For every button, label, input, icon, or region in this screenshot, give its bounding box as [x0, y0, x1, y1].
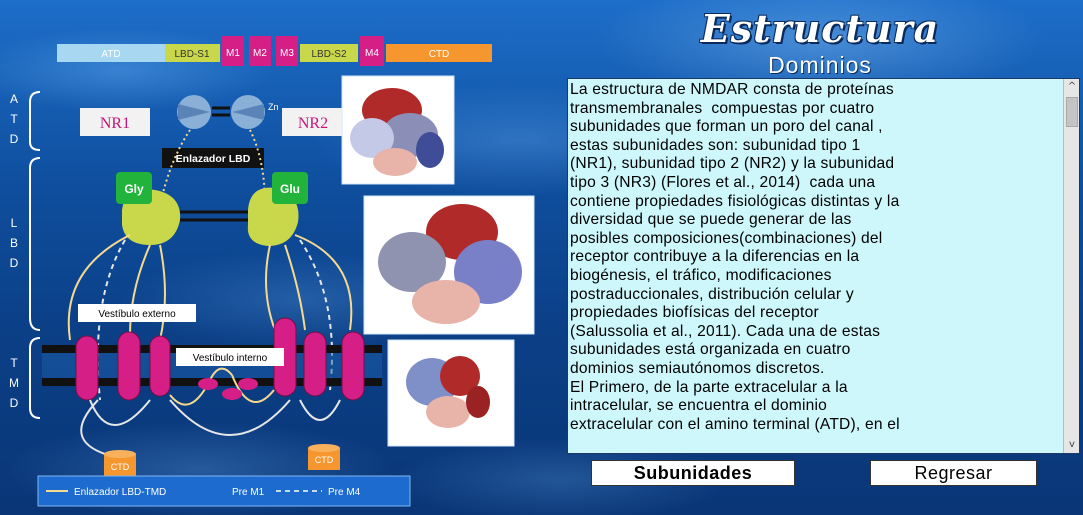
svg-text:CTD: CTD — [111, 462, 130, 472]
description-text[interactable]: La estructura de NMDAR consta de proteín… — [570, 81, 1064, 451]
side-label-atd-t: T — [10, 112, 18, 126]
gly-label: Gly — [124, 182, 144, 196]
domain-m3-label: M3 — [280, 48, 294, 59]
scroll-up-arrow-icon[interactable]: ^ — [1064, 79, 1080, 95]
protein-image-atd — [341, 75, 455, 185]
legend-pre-m4-label: Pre M4 — [328, 487, 361, 498]
glu-label: Glu — [280, 182, 300, 196]
domain-m2-label: M2 — [253, 48, 267, 59]
scroll-down-arrow-icon[interactable]: v — [1064, 437, 1080, 453]
vestibule-internal-label: Vestíbulo interno — [193, 353, 268, 364]
atd-clamshells: Zn — [177, 95, 279, 129]
nr1-label: NR1 — [100, 115, 130, 132]
svg-text:Zn: Zn — [268, 102, 279, 112]
domain-m1-label: M1 — [226, 48, 240, 59]
page-title: Estructura — [700, 6, 940, 51]
svg-text:CTD: CTD — [315, 455, 334, 465]
side-label-atd-a: A — [9, 92, 18, 106]
side-label-tmd-m: M — [9, 376, 19, 390]
vestibule-external-label: Vestíbulo externo — [98, 309, 176, 320]
protein-image-tmd — [387, 339, 515, 447]
domain-m4-label: M4 — [365, 48, 379, 59]
lbd-tmd-linkers — [67, 234, 353, 341]
vertical-scrollbar[interactable]: ^ v — [1063, 79, 1079, 453]
ctd-cylinders: CTD CTD — [104, 444, 340, 476]
regresar-button[interactable]: Regresar — [870, 460, 1037, 486]
intracellular-loops — [80, 399, 341, 456]
protein-image-lbd — [363, 195, 535, 335]
side-label-lbd-l: L — [10, 216, 18, 230]
linker-lbd-label: Enlazador LBD — [176, 153, 251, 165]
domain-lbd-s2-label: LBD-S2 — [311, 49, 346, 60]
scroll-thumb[interactable] — [1066, 97, 1078, 127]
domain-lbd-s1-label: LBD-S1 — [174, 49, 209, 60]
domain-bar: ATD LBD-S1 M1 M2 M3 LBD-S2 M4 CTD — [57, 36, 492, 66]
side-label-lbd-b: B — [9, 236, 18, 250]
side-label-tmd-t: T — [10, 356, 18, 370]
side-label-atd-d: D — [9, 132, 19, 146]
side-label-lbd-d: D — [9, 256, 19, 270]
side-label-tmd-d: D — [9, 396, 19, 410]
legend-linker-label: Enlazador LBD-TMD — [74, 487, 166, 498]
legend-pre-m1-label: Pre M1 — [232, 487, 265, 498]
nmdar-structure-diagram: ATD LBD-S1 M1 M2 M3 LBD-S2 M4 CTD NR1 NR… — [29, 36, 535, 507]
domain-ctd-label: CTD — [429, 49, 450, 60]
domain-atd-label: ATD — [101, 49, 120, 60]
side-brackets — [29, 91, 41, 419]
description-text-box[interactable]: La estructura de NMDAR consta de proteín… — [567, 78, 1080, 454]
page-subtitle: Dominios — [768, 52, 872, 78]
subunidades-button[interactable]: Subunidades — [591, 460, 795, 486]
nr2-label: NR2 — [298, 115, 328, 132]
